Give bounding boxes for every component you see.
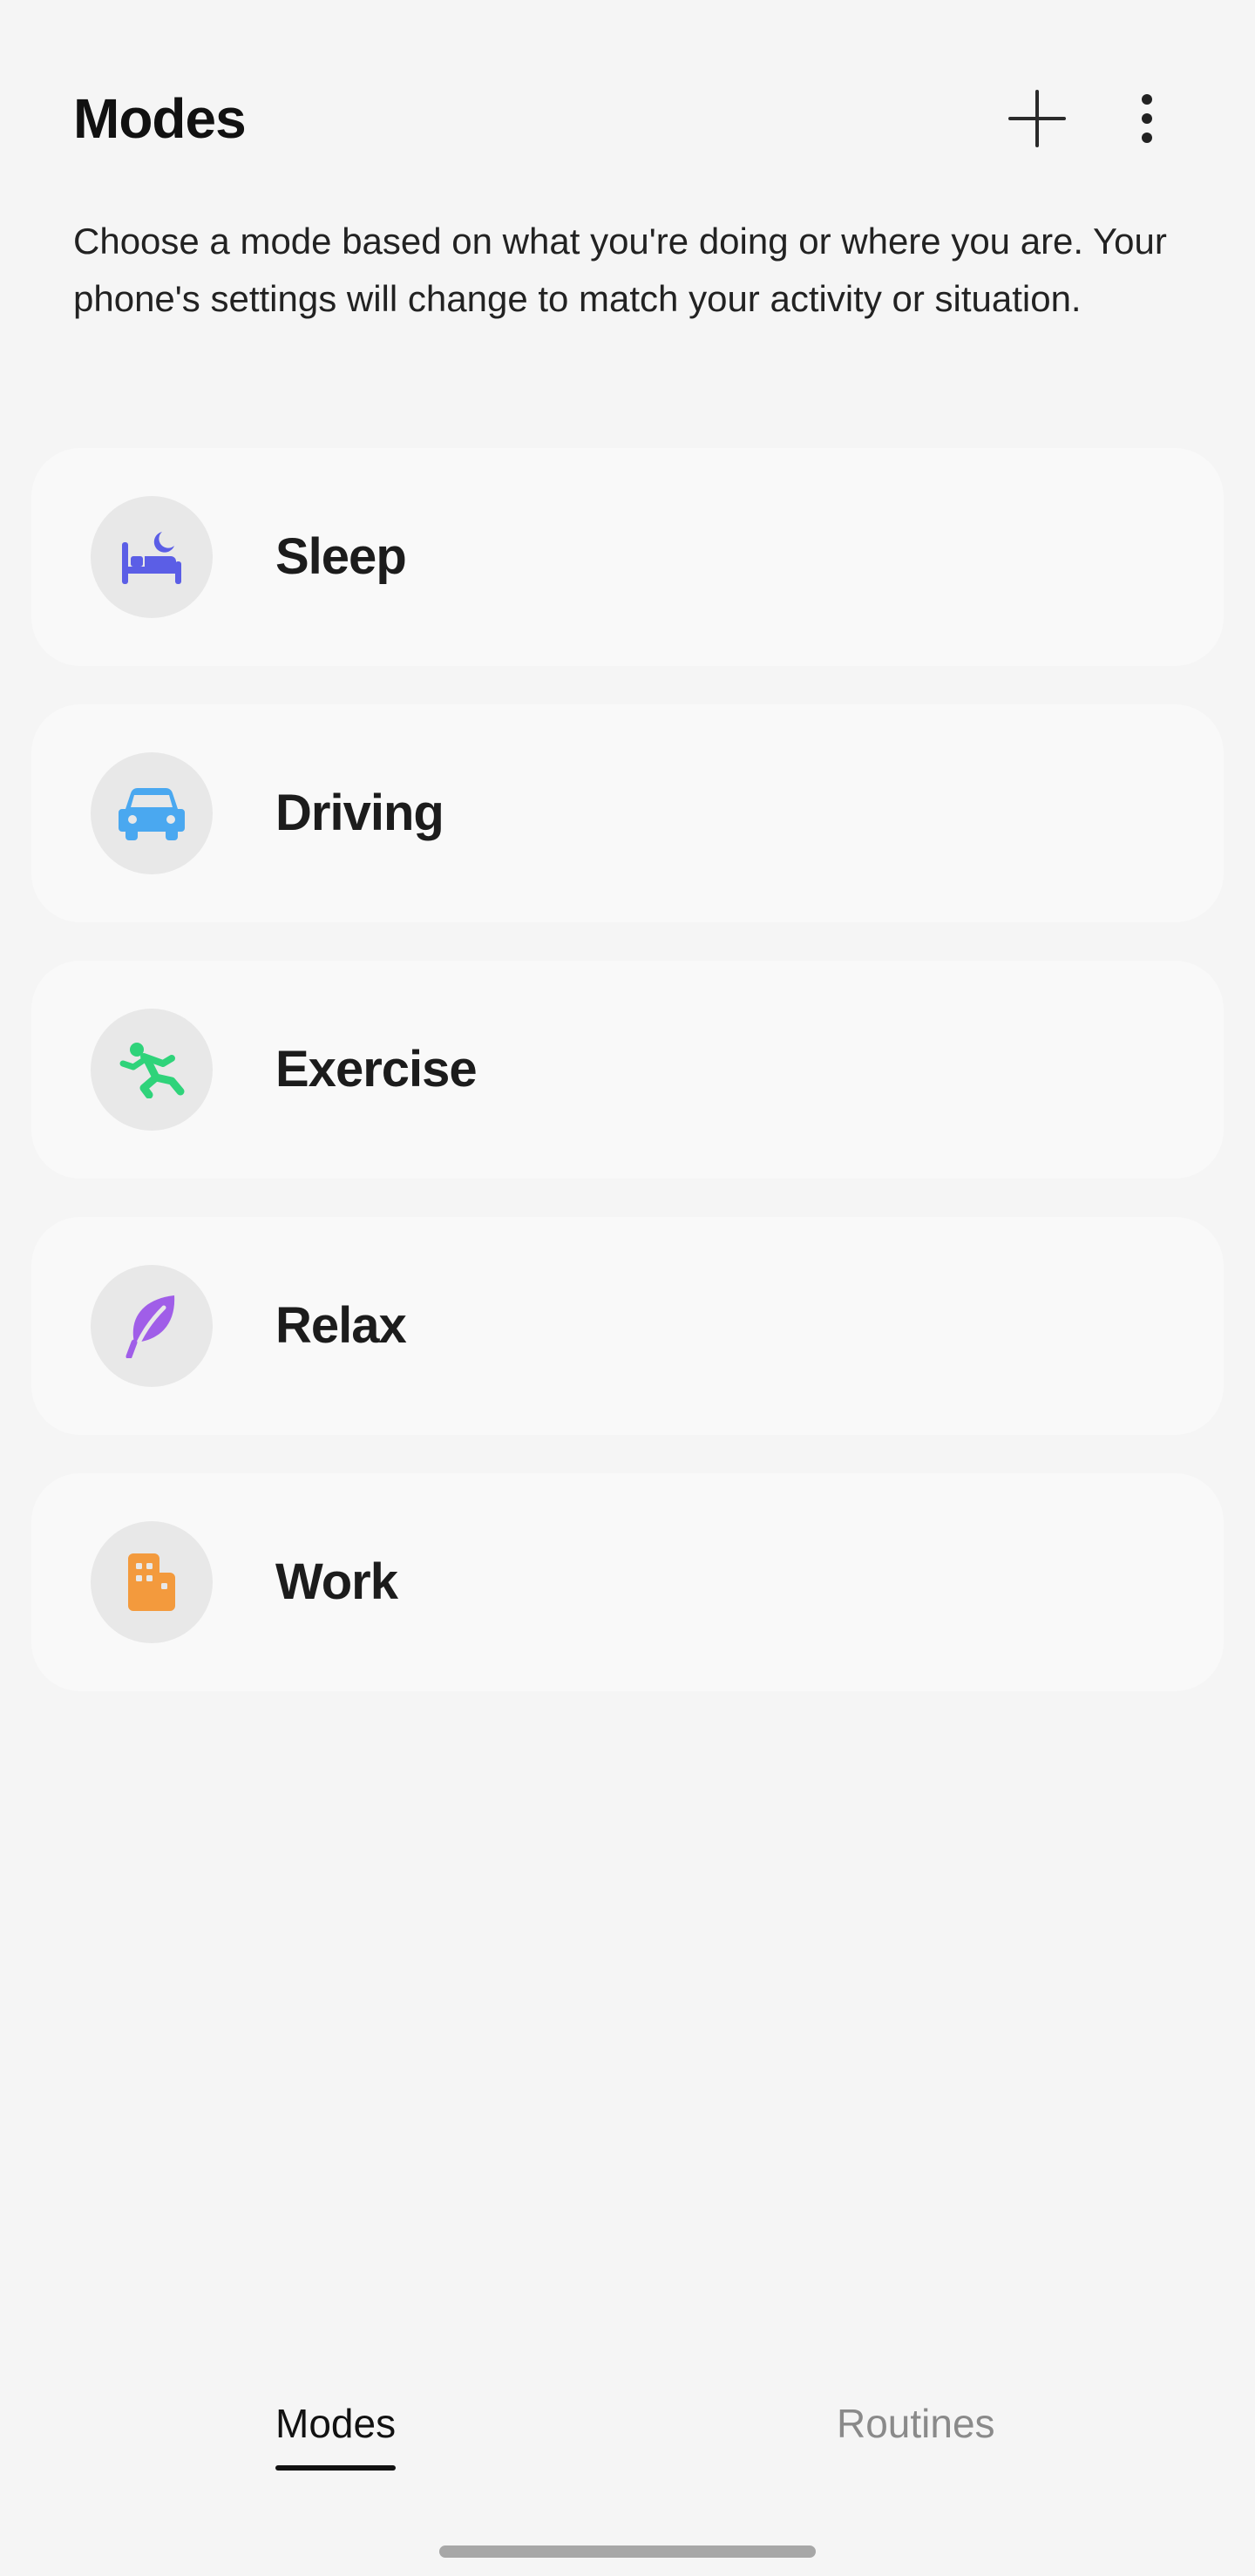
mode-icon-circle	[91, 752, 213, 874]
bed-moon-icon	[122, 532, 181, 584]
mode-card-sleep[interactable]: Sleep	[31, 448, 1224, 666]
mode-label: Sleep	[275, 528, 407, 585]
mode-label: Driving	[275, 785, 444, 841]
mode-card-work[interactable]: Work	[31, 1473, 1224, 1691]
home-indicator[interactable]	[439, 2545, 816, 2558]
header-actions	[1002, 84, 1182, 153]
mode-list: Sleep Driving Exercise Relax Work	[31, 448, 1224, 1730]
tab-label: Routines	[837, 2401, 995, 2446]
mode-card-relax[interactable]: Relax	[31, 1217, 1224, 1435]
mode-label: Relax	[275, 1297, 407, 1354]
page-title: Modes	[73, 87, 247, 150]
selected-tab-indicator	[275, 2465, 397, 2471]
mode-label: Work	[275, 1553, 398, 1610]
building-icon	[128, 1553, 175, 1611]
more-options-button[interactable]	[1112, 84, 1182, 153]
plus-icon	[1008, 90, 1066, 147]
mode-card-driving[interactable]: Driving	[31, 704, 1224, 922]
mode-icon-circle	[91, 1009, 213, 1131]
mode-card-exercise[interactable]: Exercise	[31, 961, 1224, 1179]
more-vertical-icon	[1142, 94, 1152, 143]
tab-routines[interactable]: Routines	[837, 2389, 995, 2484]
bottom-tab-bar: Modes Routines	[0, 2389, 1255, 2484]
app-bar: Modes	[73, 84, 1182, 153]
car-icon	[119, 788, 185, 840]
mode-icon-circle	[91, 496, 213, 618]
mode-label: Exercise	[275, 1041, 478, 1098]
tab-modes[interactable]: Modes	[275, 2389, 397, 2484]
mode-icon-circle	[91, 1521, 213, 1643]
leaf-icon	[126, 1295, 175, 1358]
add-mode-button[interactable]	[1002, 84, 1072, 153]
running-person-icon	[119, 1043, 185, 1098]
tab-label: Modes	[275, 2401, 397, 2446]
modes-description: Choose a mode based on what you're doing…	[73, 221, 1167, 319]
mode-icon-circle	[91, 1265, 213, 1387]
